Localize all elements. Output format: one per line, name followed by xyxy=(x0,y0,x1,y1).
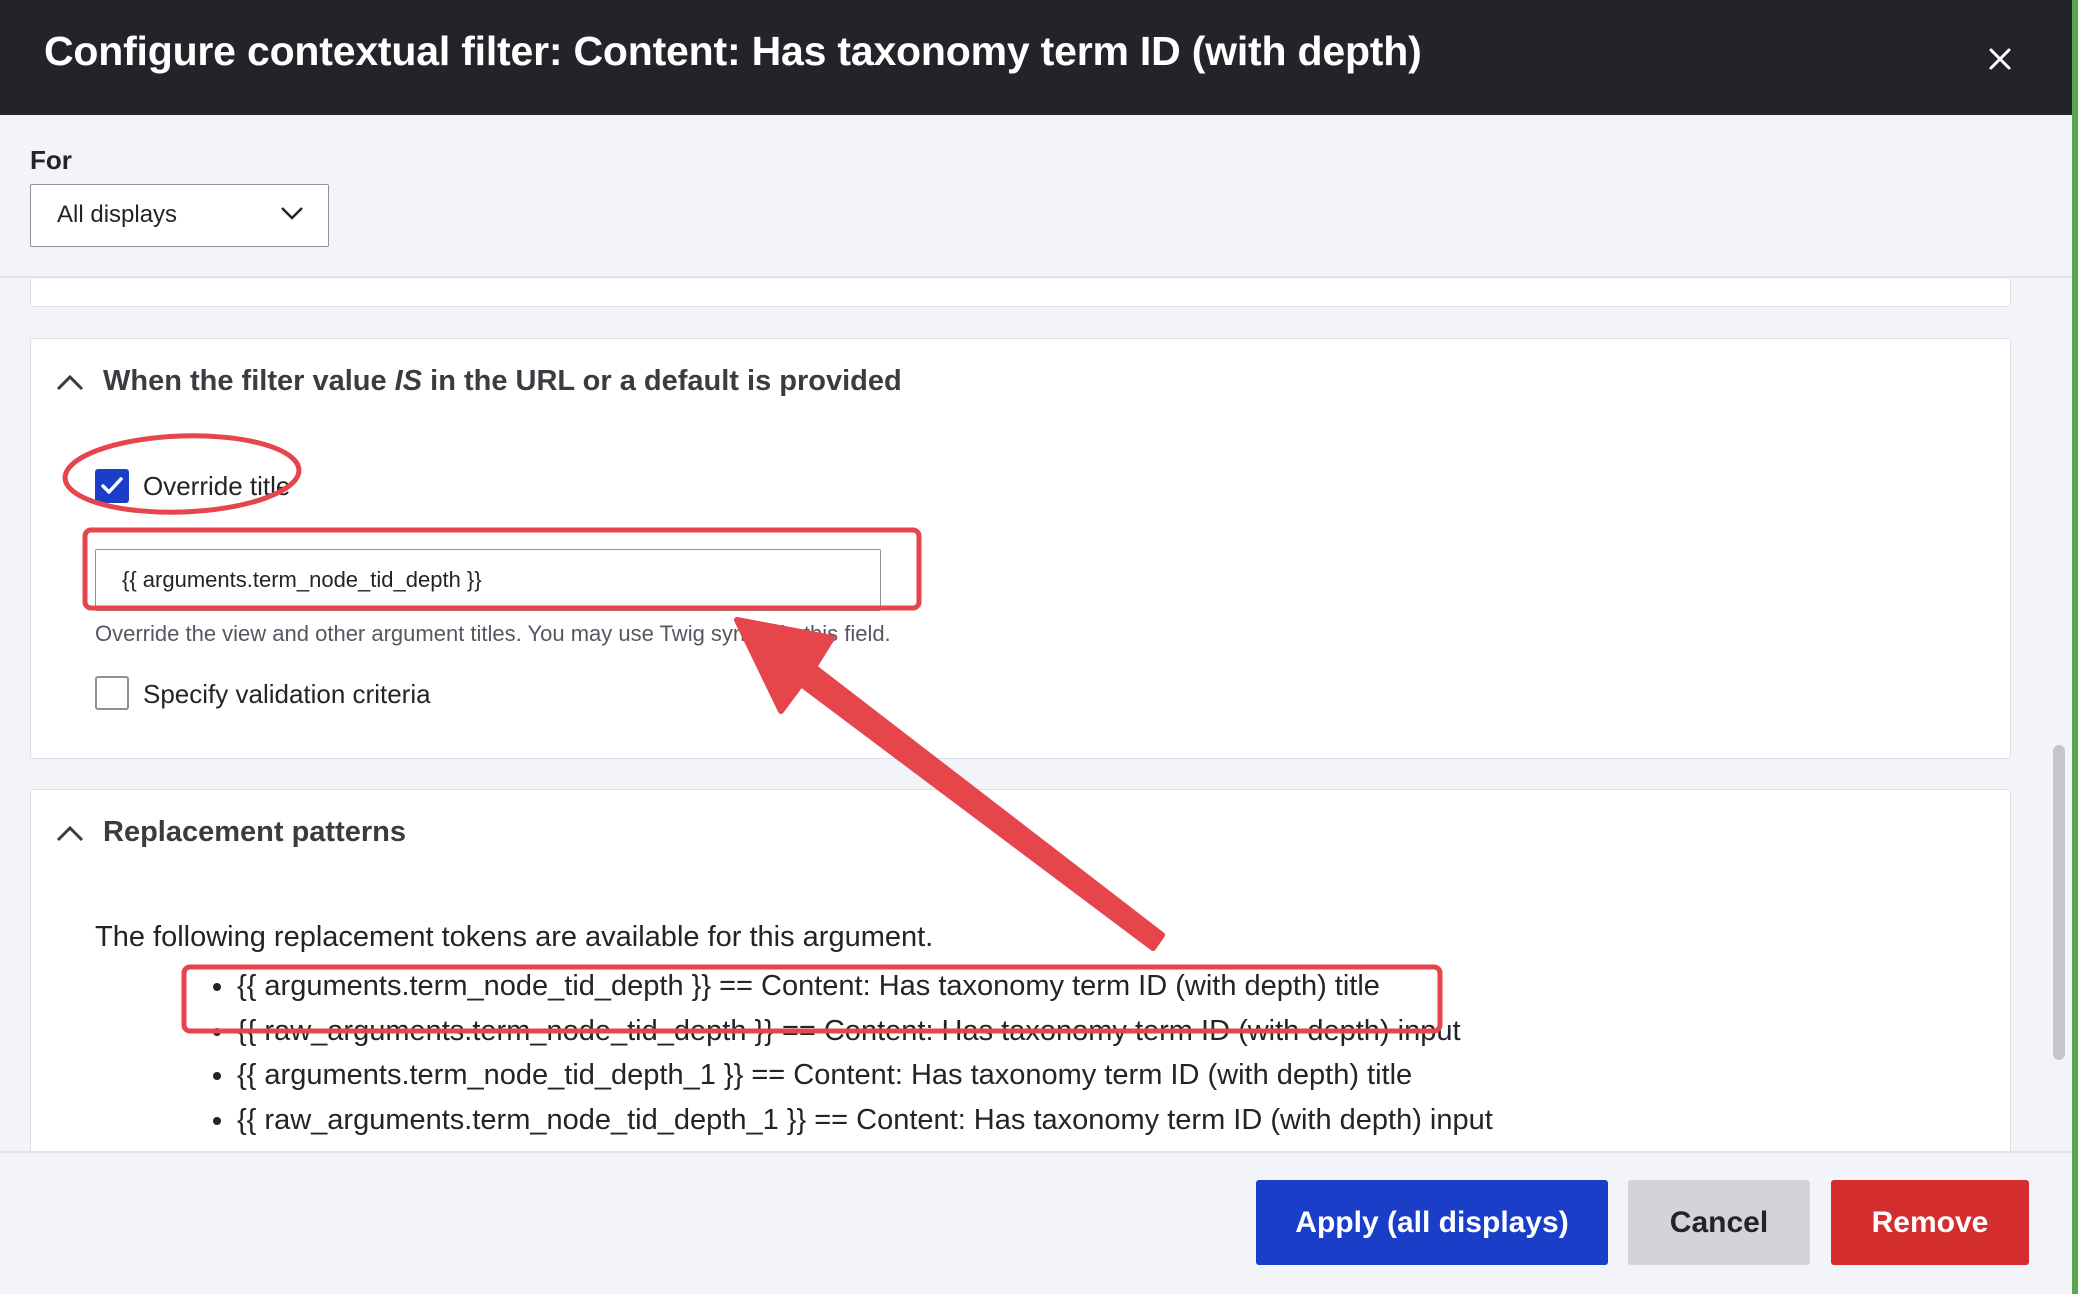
validation-criteria-label[interactable]: Specify validation criteria xyxy=(143,679,431,710)
filter-value-present-summary[interactable]: When the filter value IS in the URL or a… xyxy=(55,365,902,398)
apply-button[interactable]: Apply (all displays) xyxy=(1256,1180,1608,1265)
override-title-checkbox[interactable] xyxy=(95,469,129,503)
token-item: {{ raw_arguments.term_node_tid_depth }} … xyxy=(213,1009,1493,1054)
dialog-scroll-content[interactable]: When the filter value IS in the URL or a… xyxy=(0,279,2072,1151)
filter-value-present-panel: When the filter value IS in the URL or a… xyxy=(30,338,2011,759)
chevron-up-icon xyxy=(56,825,84,841)
validation-criteria-checkbox[interactable] xyxy=(95,676,129,710)
close-button[interactable] xyxy=(1977,36,2023,82)
close-icon xyxy=(1989,48,2011,70)
dialog-footer: Apply (all displays) Cancel Remove xyxy=(0,1151,2072,1294)
replacement-patterns-panel: Replacement patterns The following repla… xyxy=(30,789,2011,1151)
checkmark-icon xyxy=(101,477,123,494)
window-edge xyxy=(2072,0,2078,1294)
scrollbar-thumb[interactable] xyxy=(2053,745,2065,1060)
replacement-patterns-heading: Replacement patterns xyxy=(103,816,406,848)
replacement-intro: The following replacement tokens are ava… xyxy=(95,921,934,953)
filter-value-present-heading: When the filter value IS in the URL or a… xyxy=(103,365,902,397)
for-label: For xyxy=(30,145,72,175)
dialog-titlebar: Configure contextual filter: Content: Ha… xyxy=(0,0,2072,115)
override-title-help: Override the view and other argument tit… xyxy=(95,621,891,646)
token-list: {{ arguments.term_node_tid_depth }} == C… xyxy=(213,964,1493,1142)
override-title-input[interactable] xyxy=(95,549,881,611)
cancel-button[interactable]: Cancel xyxy=(1628,1180,1810,1265)
chevron-up-icon xyxy=(56,374,84,390)
chevron-down-icon xyxy=(281,207,303,220)
token-item: {{ raw_arguments.term_node_tid_depth_1 }… xyxy=(213,1098,1493,1143)
token-item: {{ arguments.term_node_tid_depth }} == C… xyxy=(213,964,1493,1009)
display-select-value: All displays xyxy=(57,201,178,228)
remove-button[interactable]: Remove xyxy=(1831,1180,2029,1265)
override-title-label[interactable]: Override title xyxy=(143,471,290,502)
configure-filter-dialog: Configure contextual filter: Content: Ha… xyxy=(0,0,2072,1294)
previous-panel xyxy=(30,279,2011,307)
for-display-section: For All displays xyxy=(0,115,2072,278)
display-select[interactable]: All displays xyxy=(30,184,329,247)
replacement-patterns-summary[interactable]: Replacement patterns xyxy=(55,816,406,849)
dialog-title: Configure contextual filter: Content: Ha… xyxy=(44,28,1422,74)
token-item: {{ arguments.term_node_tid_depth_1 }} ==… xyxy=(213,1053,1493,1098)
